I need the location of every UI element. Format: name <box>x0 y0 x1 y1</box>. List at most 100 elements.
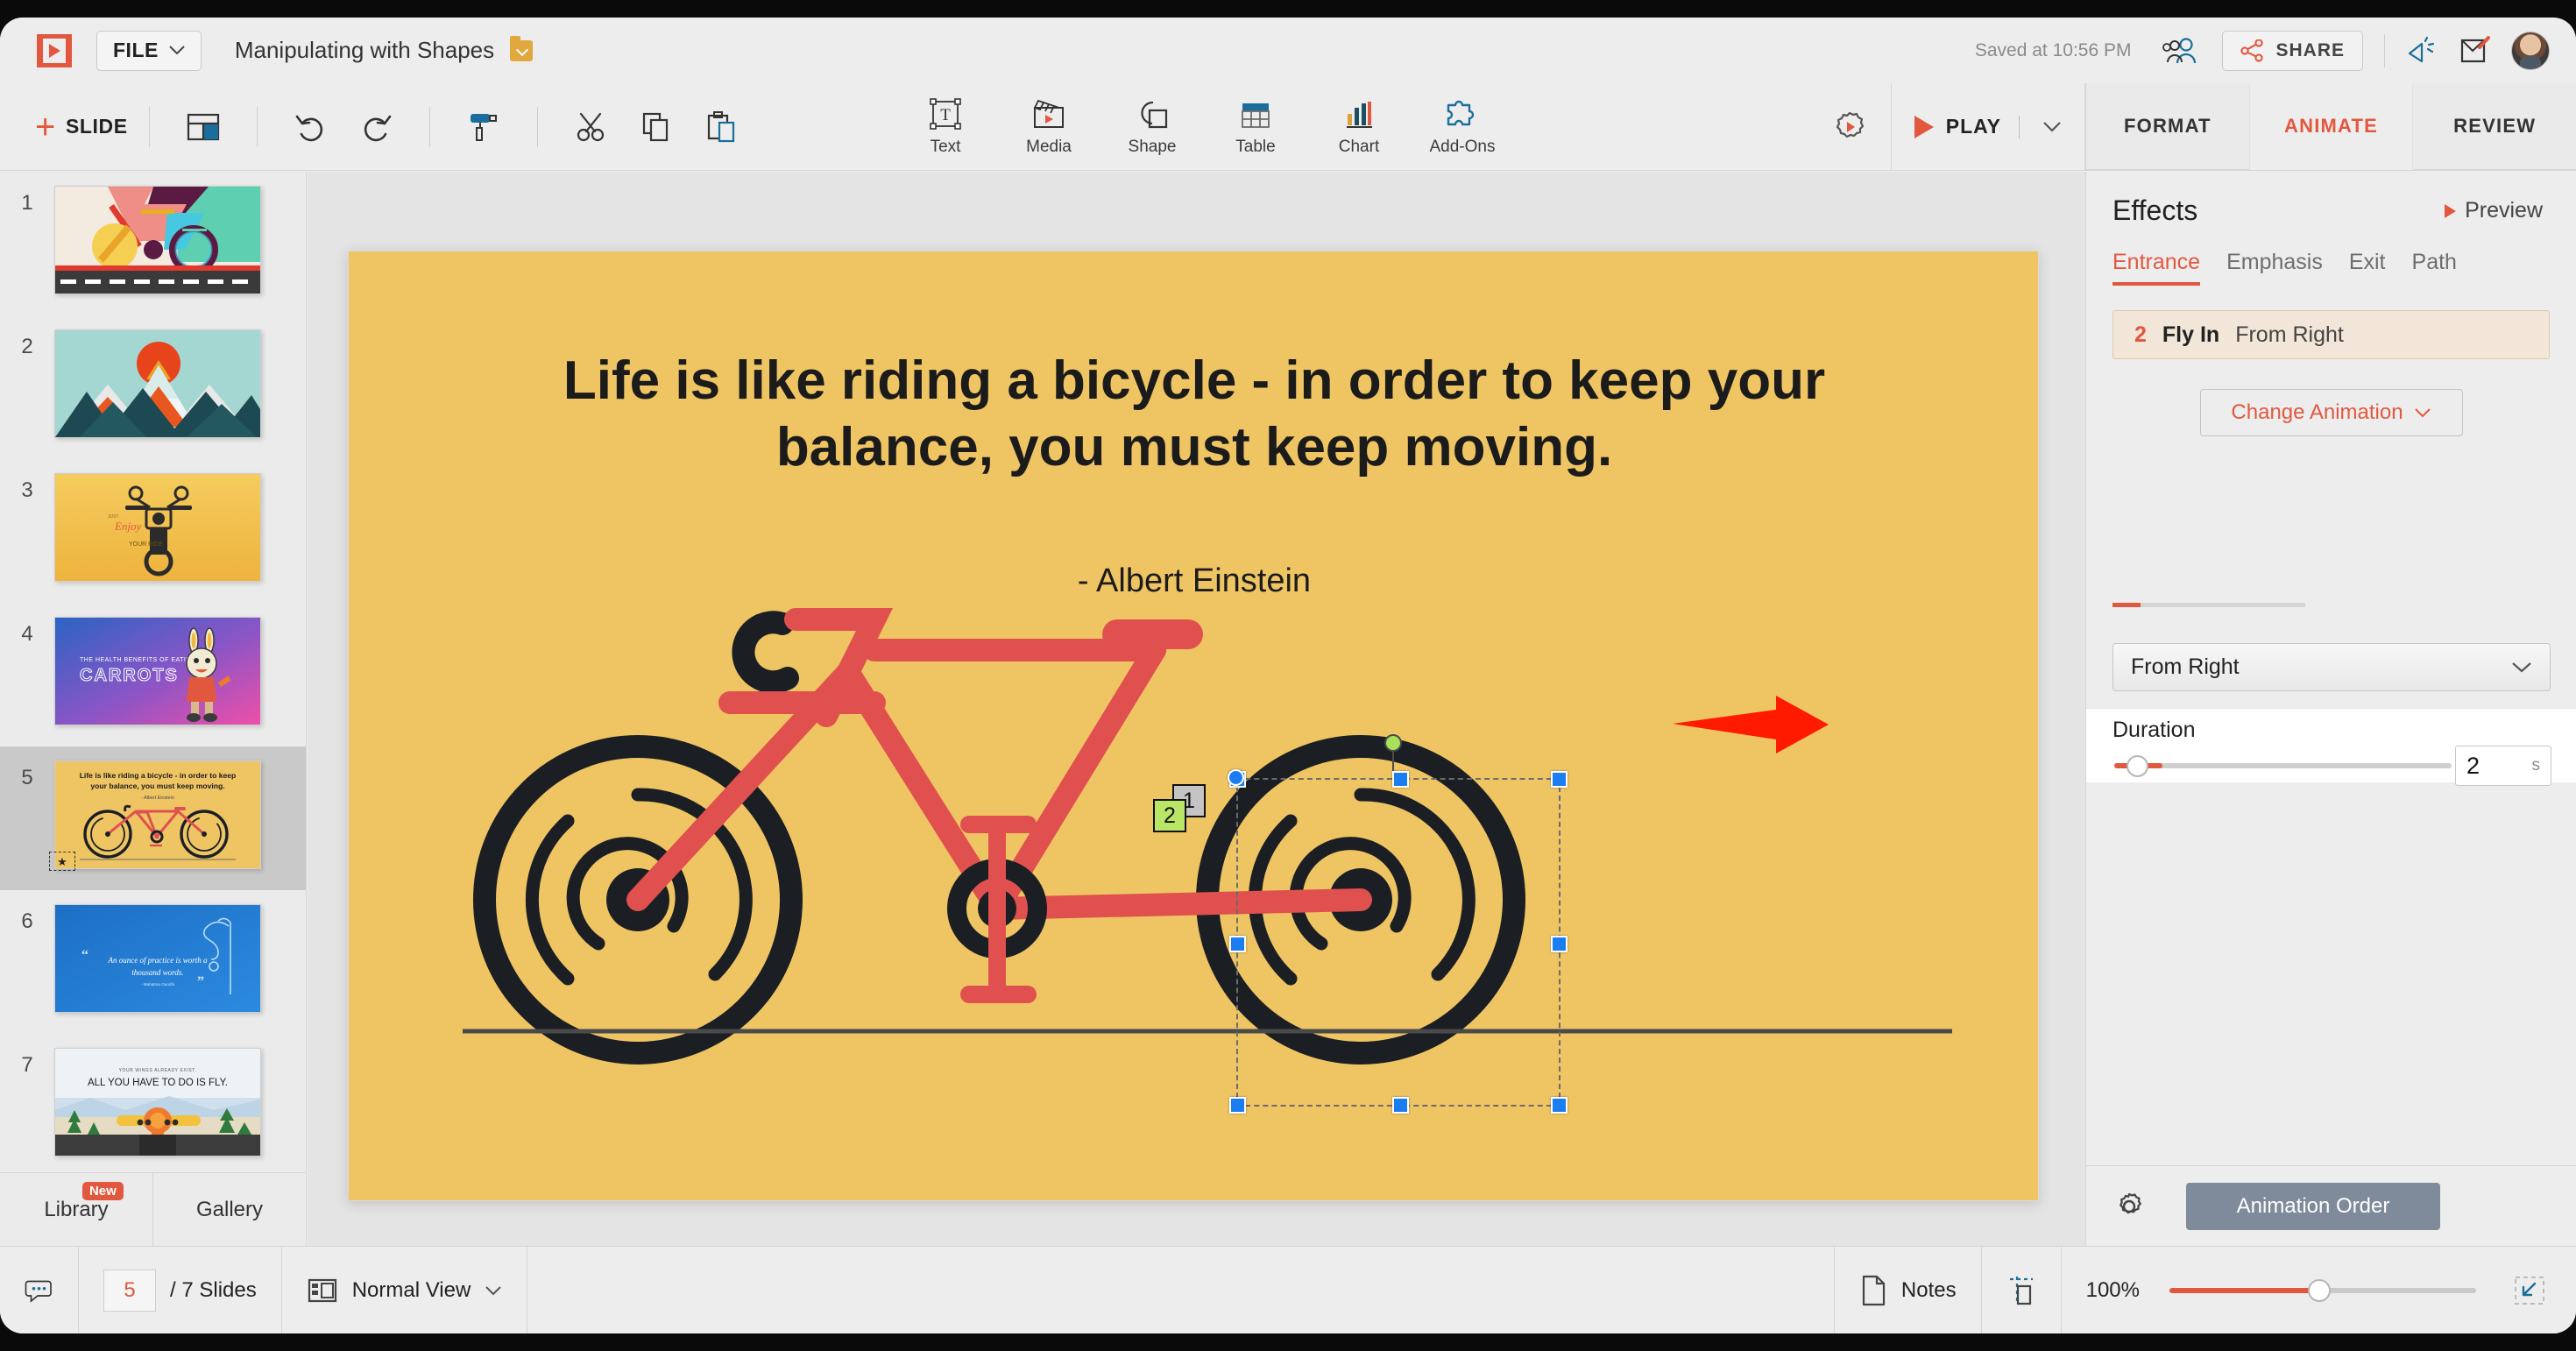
tab-emphasis[interactable]: Emphasis <box>2226 250 2323 286</box>
comments-button[interactable] <box>0 1247 79 1333</box>
format-painter-button[interactable] <box>464 107 504 147</box>
current-slide-input[interactable]: 5 <box>103 1270 156 1312</box>
fit-to-screen-icon[interactable] <box>2513 1275 2546 1306</box>
insert-text-button[interactable]: T Text <box>894 83 997 170</box>
tab-library[interactable]: Library New <box>0 1173 153 1246</box>
save-to-folder-icon[interactable] <box>510 40 533 61</box>
slide-settings-button[interactable] <box>1829 107 1870 147</box>
thumbnail-slide-1[interactable] <box>54 186 261 294</box>
thumbnail-list[interactable]: 1 <box>0 172 306 1172</box>
selection-bounding-box[interactable] <box>1236 778 1560 1107</box>
slide-layout-button[interactable] <box>183 107 223 147</box>
duration-slider-handle[interactable] <box>2127 755 2148 777</box>
zoom-slider[interactable] <box>2169 1288 2476 1293</box>
collaborators-icon[interactable] <box>2162 36 2199 66</box>
thumbnail-slide-7[interactable]: YOUR WINGS ALREADY EXIST. ALL YOU HAVE T… <box>54 1048 261 1156</box>
effect-direction: From Right <box>2235 322 2344 348</box>
announcement-icon[interactable] <box>2406 36 2438 66</box>
chevron-down-icon[interactable] <box>2042 121 2062 132</box>
tab-review[interactable]: REVIEW <box>2413 83 2576 170</box>
thumbnail-slide-4[interactable]: THE HEALTH BENEFITS OF EATING CARROTS <box>54 617 261 725</box>
thumbnail-row-3[interactable]: 3 <box>0 459 306 603</box>
change-animation-button[interactable]: Change Animation <box>2200 389 2463 436</box>
zoom-slider-handle[interactable] <box>2308 1279 2331 1302</box>
undo-button[interactable] <box>291 107 331 147</box>
direction-select-value: From Right <box>2131 654 2240 680</box>
direction-select[interactable]: From Right <box>2112 643 2551 691</box>
thumbnail-slide-6[interactable]: “ An ounce of practice is worth a thousa… <box>54 904 261 1013</box>
slide-thumbnail-sidebar: 1 <box>0 172 307 1246</box>
thumbnail-slide-2[interactable] <box>54 329 261 438</box>
thumbnail-row-7[interactable]: 7 YOUR WINGS ALREADY EXIST. ALL YOU HAVE… <box>0 1034 306 1172</box>
plus-icon: + <box>35 115 56 139</box>
thumbnail-slide-5[interactable]: Life is like riding a bicycle - in order… <box>54 760 261 869</box>
animation-marker-2[interactable]: 2 <box>1153 799 1186 832</box>
resize-handle-top-right[interactable] <box>1551 771 1568 788</box>
thumbnail-slide-3[interactable]: Enjoy JUST YOUR RIDE <box>54 473 261 582</box>
tab-exit[interactable]: Exit <box>2349 250 2386 286</box>
resize-handle-bottom-right[interactable] <box>1551 1097 1568 1114</box>
document-title[interactable]: Manipulating with Shapes <box>235 37 494 64</box>
redo-button[interactable] <box>356 107 396 147</box>
svg-text:Enjoy: Enjoy <box>114 520 142 533</box>
thumbnail-row-1[interactable]: 1 <box>0 172 306 315</box>
effect-name: Fly In <box>2162 322 2219 348</box>
slide-quote-text[interactable]: Life is like riding a bicycle - in order… <box>524 348 1865 480</box>
duration-input[interactable]: 2 s <box>2455 746 2551 786</box>
insert-shape-label: Shape <box>1129 138 1177 157</box>
star-icon: ★ <box>57 856 67 867</box>
resize-handle-bottom-left[interactable] <box>1229 1097 1246 1114</box>
thumbnail-number: 1 <box>0 172 54 216</box>
zoho-show-logo[interactable] <box>37 34 72 67</box>
applied-effect-item[interactable]: 2 Fly In From Right <box>2112 310 2550 359</box>
panel-scroll-indicator[interactable] <box>2112 603 2305 607</box>
preview-label: Preview <box>2465 198 2543 223</box>
tab-entrance[interactable]: Entrance <box>2112 250 2200 286</box>
insert-table-button[interactable]: Table <box>1204 83 1307 170</box>
share-button[interactable]: SHARE <box>2222 31 2363 71</box>
resize-handle-top-center[interactable] <box>1392 771 1409 788</box>
animation-order-button[interactable]: Animation Order <box>2186 1183 2440 1230</box>
thumbnail-row-6[interactable]: 6 “ An ounce of practice is worth a thou… <box>0 890 306 1034</box>
tab-format[interactable]: FORMAT <box>2086 83 2250 170</box>
gear-icon[interactable] <box>2112 1190 2146 1223</box>
rotation-handle[interactable] <box>1384 734 1402 752</box>
preview-button[interactable]: Preview <box>2445 198 2543 223</box>
tab-gallery[interactable]: Gallery <box>153 1173 306 1246</box>
notes-button[interactable]: Notes <box>1834 1247 1982 1333</box>
divider <box>537 107 538 147</box>
insert-chart-button[interactable]: Chart <box>1307 83 1411 170</box>
add-slide-button[interactable]: + SLIDE <box>35 115 128 139</box>
top-bar: FILE Manipulating with Shapes Saved at 1… <box>0 18 2576 83</box>
saved-status: Saved at 10:56 PM <box>1975 40 2132 61</box>
resize-handle-mid-right[interactable] <box>1551 936 1568 952</box>
duration-slider[interactable] <box>2114 763 2452 768</box>
thumbnail-row-5[interactable]: 5 Life is like riding a bicycle - in ord… <box>0 746 306 890</box>
guides-button[interactable] <box>1982 1247 2062 1333</box>
bicycle-illustration[interactable] <box>384 541 2005 1154</box>
cut-button[interactable] <box>571 107 612 147</box>
clapperboard-icon <box>1030 96 1068 133</box>
edit-feedback-icon[interactable] <box>2459 36 2492 66</box>
thumbnail-number: 6 <box>0 890 54 934</box>
insert-addons-button[interactable]: Add-Ons <box>1411 83 1514 170</box>
view-mode-selector[interactable]: Normal View <box>282 1247 528 1333</box>
view-mode-label: Normal View <box>352 1278 471 1303</box>
insert-shape-button[interactable]: Shape <box>1100 83 1204 170</box>
divider <box>257 107 258 147</box>
play-triangle-icon <box>1914 116 1934 138</box>
thumbnail-row-2[interactable]: 2 <box>0 315 306 459</box>
file-menu-button[interactable]: FILE <box>96 31 202 71</box>
paste-button[interactable] <box>701 107 741 147</box>
resize-handle-mid-left[interactable] <box>1229 936 1246 952</box>
insert-media-button[interactable]: Media <box>997 83 1100 170</box>
user-avatar[interactable] <box>2511 32 2550 70</box>
copy-button[interactable] <box>636 107 676 147</box>
play-button[interactable]: PLAY <box>1891 83 2085 170</box>
thumbnail-row-4[interactable]: 4 THE HEALTH BENEFITS OF EATING CARROTS <box>0 603 306 746</box>
tab-animate[interactable]: ANIMATE <box>2250 83 2414 170</box>
selection-anchor-handle[interactable] <box>1228 769 1244 786</box>
insert-chart-label: Chart <box>1339 138 1379 157</box>
tab-path[interactable]: Path <box>2412 250 2457 286</box>
resize-handle-bottom-center[interactable] <box>1392 1097 1409 1114</box>
